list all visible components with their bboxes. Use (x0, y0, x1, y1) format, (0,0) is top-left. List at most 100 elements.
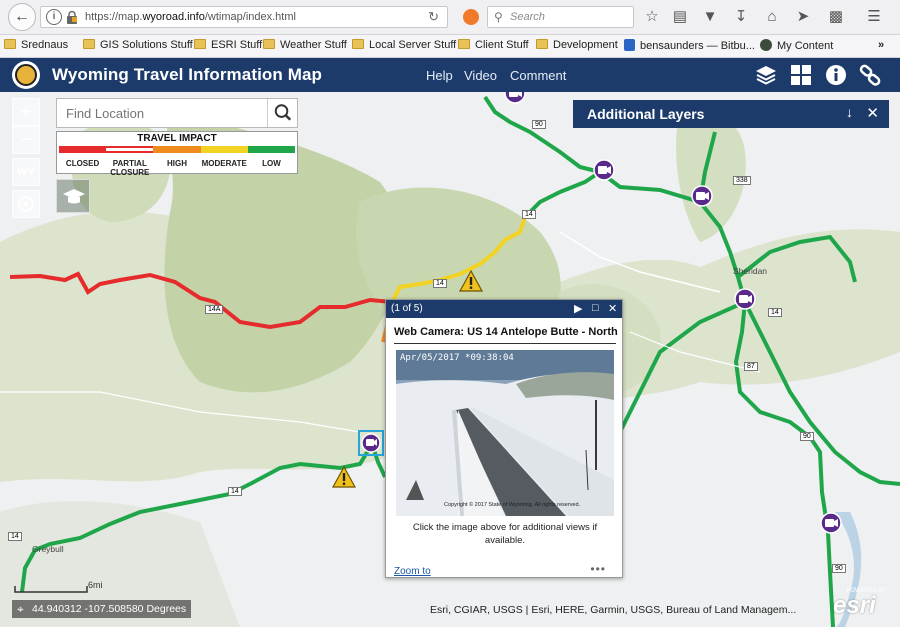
bookmark-my-content[interactable]: My Content (760, 39, 833, 55)
esri-wordmark: esri (833, 592, 876, 619)
webcam-snapshot-picture (396, 350, 614, 516)
bookmarks-overflow-button[interactable]: » (878, 39, 884, 55)
folder-icon (83, 39, 95, 49)
popup-title: Web Camera: US 14 Antelope Butte - North (394, 326, 618, 338)
next-arrow-icon[interactable]: ▶ (574, 302, 582, 315)
place-label-greybull: Greybull (32, 544, 64, 554)
route-shield: 90 (832, 564, 846, 573)
search-icon: ⚲ (494, 10, 503, 24)
route-shield: 87 (744, 362, 758, 371)
app-header: Wyoming Travel Information Map Help Vide… (0, 58, 900, 92)
link-icon[interactable] (859, 64, 883, 86)
route-shield: 14A (205, 305, 224, 314)
download-icon[interactable]: ↧ (731, 7, 751, 27)
map-view[interactable]: Sheridan Greybull 90 14 338 14 14 87 90 … (0, 92, 900, 627)
camera-marker-icon[interactable] (593, 159, 615, 181)
comment-link[interactable]: Comment (510, 68, 566, 83)
expand-chevrons-icon[interactable]: ↓ (846, 104, 853, 120)
folder-icon (4, 39, 16, 49)
browser-toolbar: ← i https://map.wyoroad.info/wtimap/inde… (0, 0, 900, 35)
legend-label: PARTIAL CLOSURE (110, 159, 150, 177)
bookmark-development[interactable]: Development (536, 39, 618, 55)
route-shield: 338 (733, 176, 751, 185)
extension-icon[interactable] (463, 9, 479, 25)
legend-swatch-high (153, 146, 201, 153)
maximize-icon[interactable]: □ (592, 302, 599, 314)
additional-layers-title: Additional Layers (587, 106, 705, 122)
camera-marker-icon[interactable] (820, 512, 842, 534)
home-wy-button[interactable]: WY (12, 158, 40, 186)
info-icon[interactable]: i (46, 9, 62, 25)
camera-popup: (1 of 5) ▶ □ ✕ Web Camera: US 14 Antelop… (385, 299, 623, 578)
more-options-icon[interactable]: ••• (590, 562, 606, 576)
lock-icon (67, 11, 77, 24)
video-link[interactable]: Video (464, 68, 497, 83)
zoom-out-button[interactable]: − (12, 126, 40, 154)
pocket-icon[interactable]: ▼ (700, 7, 720, 27)
reload-icon[interactable]: ↻ (428, 9, 439, 25)
camera-marker-icon[interactable] (504, 92, 526, 104)
home-icon[interactable]: ⌂ (762, 7, 782, 27)
additional-layers-panel: Additional Layers ↓ ✕ (573, 100, 889, 128)
locate-button[interactable] (12, 190, 40, 218)
coordinates-text: 44.940312 -107.508580 Degrees (32, 603, 187, 615)
send-icon[interactable]: ➤ (793, 7, 813, 27)
crosshair-icon: ⌖ (17, 602, 24, 616)
bookmark-client-stuff[interactable]: Client Stuff (458, 39, 529, 55)
camera-marker-icon[interactable] (691, 185, 713, 207)
bookmark-weather-stuff[interactable]: Weather Stuff (263, 39, 347, 55)
back-button[interactable]: ← (8, 3, 36, 31)
bookmark-gis-solutions[interactable]: GIS Solutions Stuff (83, 39, 193, 55)
address-bar[interactable]: i https://map.wyoroad.info/wtimap/index.… (40, 6, 448, 28)
wyoming-logo (12, 61, 40, 89)
scale-label: 6mi (88, 580, 103, 590)
legend-bars (59, 146, 296, 153)
zoom-to-link[interactable]: Zoom to (394, 566, 431, 577)
basemap-grid-icon[interactable] (789, 64, 813, 86)
bookmark-bitbucket[interactable]: bensaunders — Bitbu... (624, 39, 755, 55)
warning-marker-icon[interactable] (332, 466, 356, 488)
legend-label: MODERATE (201, 159, 247, 168)
graduation-cap-icon (63, 189, 85, 204)
legend-swatch-low (247, 146, 296, 153)
reader-list-icon[interactable]: ▤ (670, 7, 690, 27)
close-icon[interactable]: ✕ (608, 302, 617, 315)
search-icon[interactable] (267, 99, 297, 127)
warning-marker-icon[interactable] (459, 270, 483, 292)
globe-icon (760, 39, 772, 51)
camera-marker-icon[interactable] (734, 288, 756, 310)
legend-swatch-moderate (200, 146, 248, 153)
bookmark-esri-stuff[interactable]: ESRI Stuff (194, 39, 262, 55)
popup-counter: (1 of 5) (391, 303, 423, 314)
locate-crosshair-icon (18, 196, 34, 212)
bitbucket-icon (624, 39, 635, 51)
selected-camera-marker-icon[interactable] (358, 430, 384, 456)
app-title: Wyoming Travel Information Map (52, 65, 322, 84)
find-location-input[interactable] (57, 99, 269, 127)
travel-impact-legend: TRAVEL IMPACT CLOSED PARTIAL CLOSURE HIG… (56, 131, 298, 177)
route-shield: 14 (8, 532, 22, 541)
scale-bar-line (14, 586, 88, 593)
legend-label: HIGH (167, 159, 187, 168)
folder-icon (536, 39, 548, 49)
help-link[interactable]: Help (426, 68, 453, 83)
info-circle-icon[interactable] (824, 64, 848, 86)
hamburger-menu-icon[interactable]: ☰ (864, 7, 884, 27)
webcam-image[interactable]: Apr/05/2017 *09:38:04 Copyright © 2017 S… (396, 350, 614, 516)
close-icon[interactable]: ✕ (866, 104, 879, 122)
route-shield: 14 (768, 308, 782, 317)
place-label-sheridan: Sheridan (733, 266, 768, 276)
browser-search-input[interactable]: ⚲ Search (487, 6, 634, 28)
zoom-in-button[interactable]: + (12, 98, 40, 126)
camera-layer-button[interactable] (56, 179, 90, 213)
legend-swatch-partial (106, 146, 154, 153)
route-shield: 90 (532, 120, 546, 129)
route-shield: 14 (228, 487, 242, 496)
bookmark-star-icon[interactable]: ☆ (642, 7, 662, 27)
url-text: https://map.wyoroad.info/wtimap/index.ht… (85, 11, 296, 23)
bookmark-srednaus[interactable]: Srednaus (4, 39, 68, 55)
extension-menu-icon[interactable]: ▩ (826, 7, 846, 27)
legend-label: CLOSED (65, 159, 100, 168)
bookmark-local-server[interactable]: Local Server Stuff (352, 39, 456, 55)
layers-icon[interactable] (754, 64, 778, 86)
